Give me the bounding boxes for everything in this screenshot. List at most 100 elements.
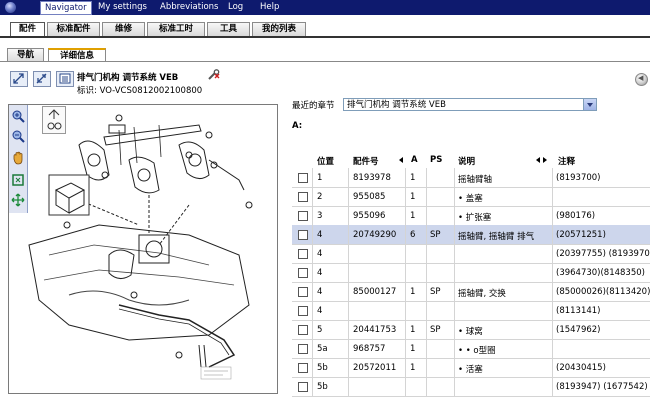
menu-help[interactable]: Help	[260, 0, 279, 15]
subtab-navigation[interactable]: 导航	[7, 48, 44, 61]
page-title: 排气门机构 调节系统 VEB	[77, 73, 179, 83]
column-divider	[426, 339, 427, 358]
table-row[interactable]: 5a 968757 1 • • o型圈	[292, 339, 650, 359]
col-ps[interactable]: PS	[430, 155, 442, 165]
cell-description: • • o型圈	[458, 346, 496, 356]
table-row[interactable]: 5 20441753 1 SP • 球窝 (1547962)	[292, 320, 650, 340]
shrink-drawing-button[interactable]	[33, 71, 51, 87]
table-row[interactable]: 2 955085 1 • 盖塞	[292, 187, 650, 207]
column-divider	[348, 244, 349, 263]
column-divider	[454, 244, 455, 263]
fit-to-window-icon[interactable]	[11, 173, 25, 187]
table-row[interactable]: 3 955096 1 • 扩张塞 (980176)	[292, 206, 650, 226]
row-checkbox[interactable]	[298, 325, 308, 335]
column-divider	[312, 358, 313, 377]
col-description[interactable]: 说明	[458, 155, 475, 167]
table-row[interactable]: 1 8193978 1 摇轴臂轴 (8193700)	[292, 168, 650, 188]
zoom-out-icon[interactable]	[11, 129, 25, 143]
row-checkbox[interactable]	[298, 306, 308, 316]
column-divider	[312, 187, 313, 206]
row-checkbox[interactable]	[298, 173, 308, 183]
row-checkbox[interactable]	[298, 211, 308, 221]
row-checkbox[interactable]	[298, 287, 308, 297]
zoom-in-icon[interactable]	[11, 109, 25, 123]
cell-notes: (8193947) (1677542)	[556, 382, 648, 392]
cell-description: • 活塞	[458, 365, 483, 375]
parts-table-header: 位置 配件号 A PS 说明 注释	[292, 154, 650, 167]
back-circle-button[interactable]: ◀	[635, 73, 648, 86]
column-divider	[405, 320, 406, 339]
table-row[interactable]: 4 (3964730)(8148350)	[292, 263, 650, 283]
column-divider	[405, 358, 406, 377]
row-checkbox[interactable]	[298, 249, 308, 259]
tab-my-list[interactable]: 我的列表	[252, 22, 306, 36]
column-divider	[454, 339, 455, 358]
row-checkbox[interactable]	[298, 344, 308, 354]
table-row[interactable]: 4 (20397755) (8193970)	[292, 244, 650, 264]
cell-notes: (8113141)	[556, 306, 601, 316]
column-divider	[405, 301, 406, 320]
move-arrows-icon[interactable]	[11, 193, 25, 207]
exploded-drawing-panel[interactable]	[8, 104, 278, 394]
subtab-details[interactable]: 详细信息	[48, 48, 106, 61]
col-part-number[interactable]: 配件号	[353, 155, 379, 167]
table-row[interactable]: 5b (8193947) (1677542)	[292, 377, 650, 397]
cell-a: 1	[410, 344, 416, 354]
column-divider	[552, 244, 553, 263]
row-checkbox[interactable]	[298, 268, 308, 278]
sort-left-icon[interactable]	[399, 155, 403, 165]
table-row[interactable]: 4 85000127 1 SP 摇轴臂, 交换 (85000026)(8113420)	[292, 282, 650, 302]
cell-description: 摇轴臂, 摇轴臂 排气	[458, 232, 535, 242]
column-divider	[454, 206, 455, 225]
menu-navigator[interactable]: Navigator	[40, 1, 92, 15]
list-view-button[interactable]	[56, 71, 74, 87]
cell-position: 4	[317, 287, 323, 297]
column-divider	[426, 377, 427, 396]
col-a[interactable]: A	[411, 155, 418, 165]
menu-abbreviations[interactable]: Abbreviations	[160, 0, 218, 15]
sort-arrows-icon[interactable]	[536, 155, 547, 165]
cell-part-number: 955085	[353, 192, 386, 202]
cell-a: 1	[410, 192, 416, 202]
expand-drawing-button[interactable]	[10, 71, 28, 87]
column-divider	[552, 320, 553, 339]
column-divider	[552, 339, 553, 358]
cell-part-number: 85000127	[353, 287, 397, 297]
cell-part-number: 955096	[353, 211, 386, 221]
tab-repair[interactable]: 维修	[102, 22, 145, 36]
col-position[interactable]: 位置	[317, 155, 334, 167]
menu-my-settings[interactable]: My settings	[98, 0, 147, 15]
row-checkbox[interactable]	[298, 382, 308, 392]
tab-standard-parts[interactable]: 标准配件	[47, 22, 100, 36]
table-row[interactable]: 4 (8113141)	[292, 301, 650, 321]
column-divider	[454, 358, 455, 377]
column-divider	[405, 168, 406, 187]
column-divider	[312, 206, 313, 225]
column-divider	[348, 206, 349, 225]
wrench-icon[interactable]	[207, 69, 221, 81]
cell-description: • 盖塞	[458, 194, 483, 204]
column-divider	[426, 225, 427, 244]
cell-ps: SP	[430, 230, 441, 240]
tab-tools[interactable]: 工具	[207, 22, 250, 36]
drawing-nav-control[interactable]	[42, 106, 66, 134]
col-notes[interactable]: 注释	[558, 155, 575, 167]
table-row[interactable]: 5b 20572011 1 • 活塞 (20430415)	[292, 358, 650, 378]
column-divider	[426, 206, 427, 225]
menu-log[interactable]: Log	[228, 0, 243, 15]
tab-parts[interactable]: 配件	[10, 22, 45, 36]
row-checkbox[interactable]	[298, 230, 308, 240]
recent-chapter-select[interactable]: 排气门机构 调节系统 VEB	[343, 98, 597, 111]
table-row[interactable]: 4 20749290 6 SP 摇轴臂, 摇轴臂 排气 (20571251)	[292, 225, 650, 245]
chevron-down-icon[interactable]	[583, 99, 596, 110]
column-divider	[348, 320, 349, 339]
subtab-divider	[0, 61, 650, 62]
column-divider	[552, 263, 553, 282]
cell-position: 5b	[317, 363, 328, 373]
cell-description: 摇轴臂轴	[458, 175, 493, 185]
cell-a: 1	[410, 363, 416, 373]
row-checkbox[interactable]	[298, 192, 308, 202]
tab-standard-hours[interactable]: 标准工时	[147, 22, 205, 36]
pan-hand-icon[interactable]	[11, 151, 25, 165]
row-checkbox[interactable]	[298, 363, 308, 373]
